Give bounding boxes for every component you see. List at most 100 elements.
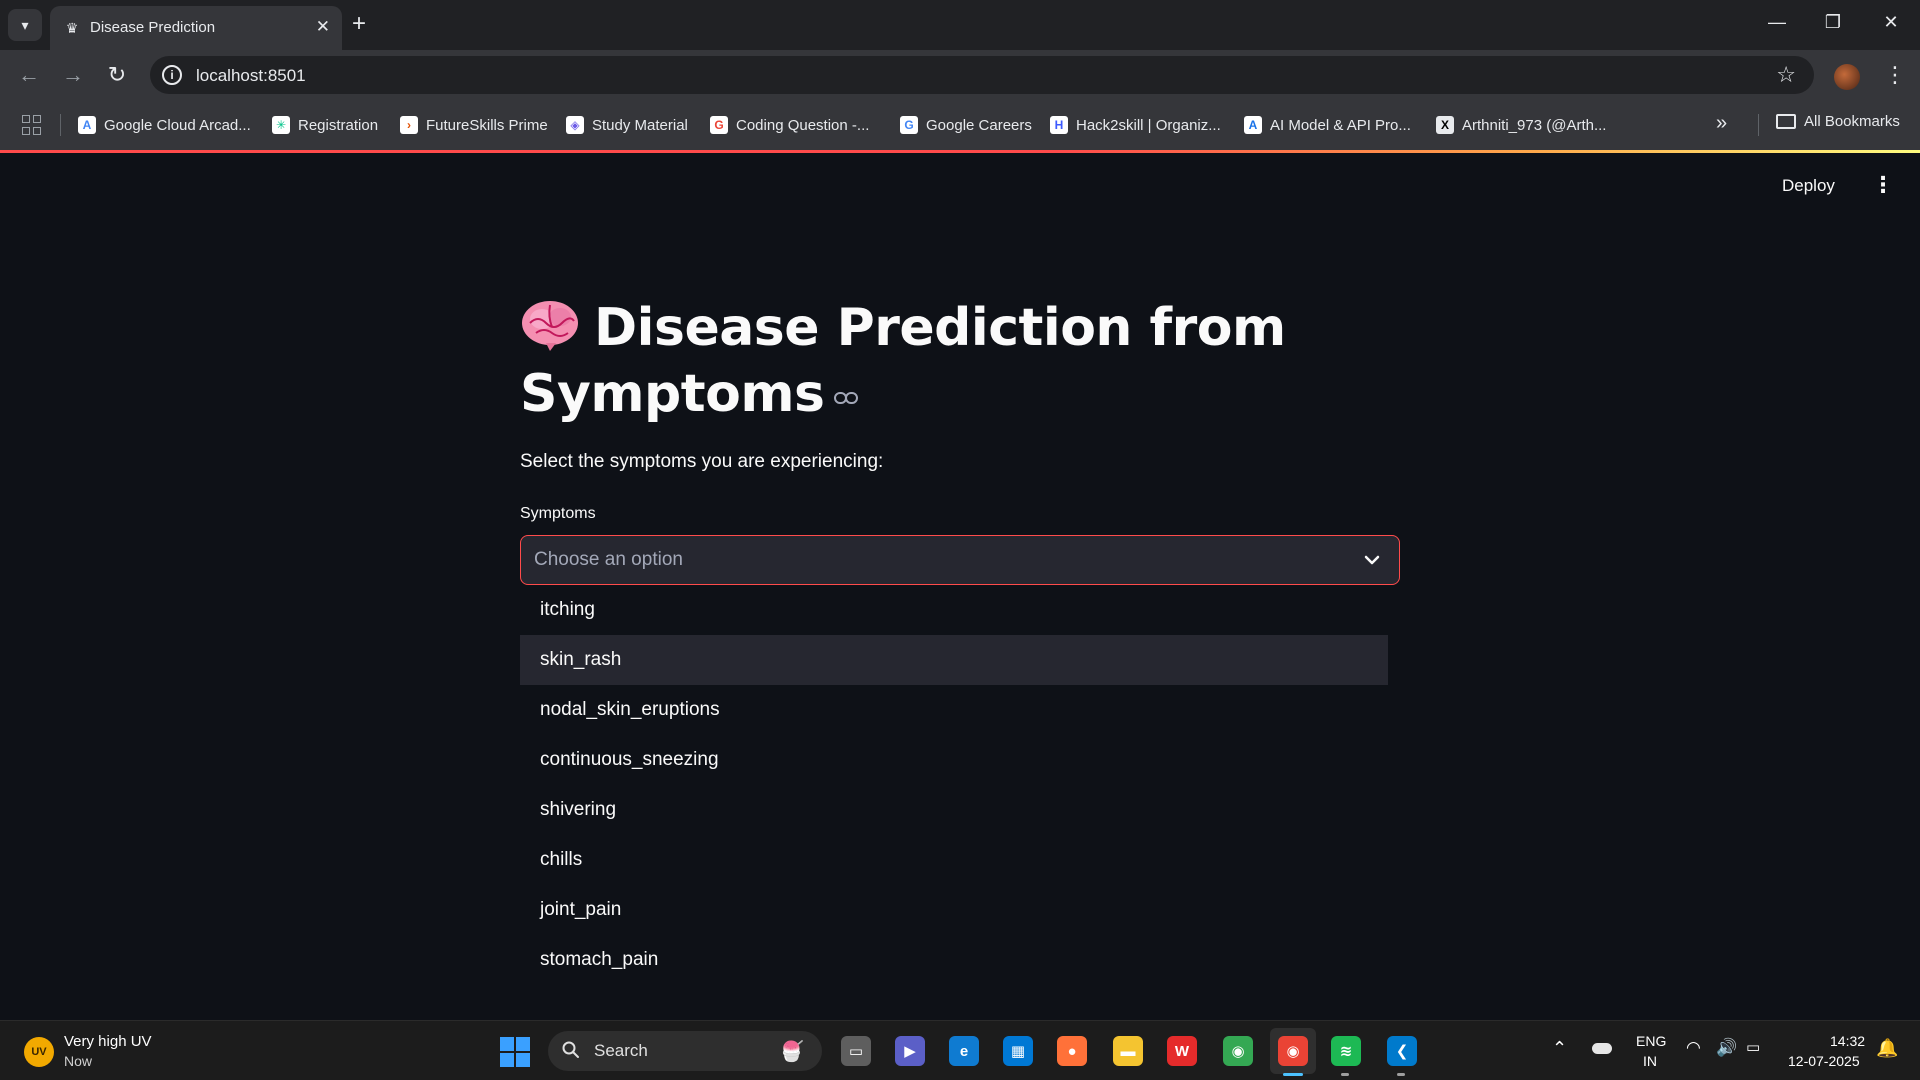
uv-weather-icon[interactable]: UV bbox=[24, 1037, 54, 1067]
google-icon: G bbox=[710, 116, 728, 134]
weather-subtitle[interactable]: Now bbox=[64, 1053, 92, 1069]
tab-disease-prediction[interactable]: ♛ Disease Prediction ✕ bbox=[50, 6, 342, 50]
teams-meet-glyph: ▶ bbox=[895, 1036, 925, 1066]
chrome-profile-glyph: ◉ bbox=[1278, 1036, 1308, 1066]
site-info-icon[interactable]: i bbox=[162, 65, 182, 85]
bookmark-item[interactable]: H Hack2skill | Organiz... bbox=[1050, 113, 1221, 137]
restore-icon[interactable]: ❐ bbox=[1818, 12, 1848, 33]
notification-bell-icon[interactable]: 🔔 bbox=[1876, 1038, 1898, 1059]
wps-office-glyph: W bbox=[1167, 1036, 1197, 1066]
running-indicator bbox=[1397, 1073, 1405, 1076]
all-bookmarks-button[interactable]: All Bookmarks bbox=[1776, 113, 1900, 130]
tab-search-chevron-icon[interactable]: ▾ bbox=[8, 9, 42, 41]
taskbar-search[interactable]: Search 🍧 bbox=[548, 1031, 822, 1071]
language-indicator[interactable]: ENG bbox=[1636, 1033, 1666, 1049]
weather-title[interactable]: Very high UV bbox=[64, 1033, 152, 1050]
minimize-icon[interactable]: — bbox=[1762, 12, 1792, 33]
page-title-text: Disease Prediction from Symptoms bbox=[520, 298, 1286, 424]
symptoms-dropdown-list[interactable]: itching skin_rash nodal_skin_eruptions cont… bbox=[520, 585, 1400, 975]
store-icon[interactable]: ▦ bbox=[1002, 1035, 1034, 1067]
reload-icon[interactable]: ↻ bbox=[102, 62, 132, 88]
chrome-profile-icon[interactable]: ◉ bbox=[1270, 1028, 1316, 1074]
close-window-icon[interactable]: ✕ bbox=[1876, 12, 1906, 33]
bookmark-item[interactable]: ✳ Registration bbox=[272, 113, 378, 137]
search-icon bbox=[562, 1041, 579, 1058]
bookmark-item[interactable]: A AI Model & API Pro... bbox=[1244, 113, 1411, 137]
firefox-glyph: ● bbox=[1057, 1036, 1087, 1066]
dropdown-option[interactable]: shivering bbox=[520, 785, 1388, 835]
wps-office-icon[interactable]: W bbox=[1166, 1035, 1198, 1067]
dropdown-option[interactable]: continuous_sneezing bbox=[520, 735, 1388, 785]
back-icon[interactable]: ← bbox=[14, 62, 44, 88]
url-text[interactable]: localhost:8501 bbox=[196, 66, 306, 86]
dropdown-option[interactable]: itching bbox=[520, 585, 1388, 635]
task-view-icon[interactable]: ▭ bbox=[840, 1035, 872, 1067]
dropdown-option[interactable]: joint_pain bbox=[520, 885, 1388, 935]
chrome-glyph: ◉ bbox=[1223, 1036, 1253, 1066]
volume-icon[interactable]: 🔊 bbox=[1716, 1038, 1737, 1058]
address-bar[interactable]: i localhost:8501 ☆ bbox=[150, 56, 1814, 94]
windows-taskbar: UV Very high UV Now Search 🍧 ▭ ▶ e ▦ ● ▬ W ◉ ◉ ≋ ❮… bbox=[0, 1020, 1920, 1080]
select-placeholder[interactable]: Choose an option bbox=[534, 549, 683, 571]
dropdown-option[interactable]: chills bbox=[520, 835, 1388, 885]
spotify-icon[interactable]: ≋ bbox=[1330, 1035, 1362, 1067]
battery-icon[interactable]: ▭ bbox=[1746, 1038, 1760, 1056]
file-explorer-icon[interactable]: ▬ bbox=[1112, 1035, 1144, 1067]
tab-close-icon[interactable]: ✕ bbox=[316, 17, 330, 37]
brain-icon bbox=[522, 301, 578, 351]
onedrive-icon[interactable] bbox=[1592, 1043, 1612, 1054]
windows-start-icon[interactable] bbox=[500, 1037, 530, 1067]
task-view-glyph: ▭ bbox=[841, 1036, 871, 1066]
link-anchor-icon[interactable] bbox=[834, 391, 859, 405]
bookmark-item[interactable]: A Google Cloud Arcad... bbox=[78, 113, 251, 137]
tab-strip: ▾ ♛ Disease Prediction ✕ + — ❐ ✕ bbox=[0, 0, 1920, 50]
dropdown-option[interactable]: skin_rash bbox=[520, 635, 1388, 685]
bookmark-item[interactable]: G Coding Question -... bbox=[710, 113, 869, 137]
chevron-down-icon[interactable] bbox=[1363, 551, 1381, 569]
region-indicator[interactable]: IN bbox=[1643, 1053, 1657, 1069]
bookmark-item[interactable]: ◈ Study Material bbox=[566, 113, 688, 137]
clock-date[interactable]: 12-07-2025 bbox=[1788, 1053, 1860, 1069]
tray-overflow-icon[interactable]: ⌃ bbox=[1552, 1038, 1567, 1059]
bookmark-item[interactable]: X Arthniti_973 (@Arth... bbox=[1436, 113, 1606, 137]
profile-avatar[interactable] bbox=[1834, 64, 1860, 90]
forward-icon[interactable]: → bbox=[58, 62, 88, 88]
teams-meet-icon[interactable]: ▶ bbox=[894, 1035, 926, 1067]
bookmark-star-icon[interactable]: ☆ bbox=[1776, 62, 1796, 88]
edge-icon[interactable]: e bbox=[948, 1035, 980, 1067]
clock-time[interactable]: 14:32 bbox=[1830, 1033, 1865, 1049]
running-indicator bbox=[1283, 1073, 1303, 1076]
deploy-button[interactable]: Deploy bbox=[1782, 176, 1835, 196]
folder-icon bbox=[1776, 114, 1796, 129]
x-icon: X bbox=[1436, 116, 1454, 134]
bookmarks-divider bbox=[60, 114, 61, 136]
bookmark-label: FutureSkills Prime bbox=[426, 116, 548, 134]
firefox-icon[interactable]: ● bbox=[1056, 1035, 1088, 1067]
chrome-menu-icon[interactable]: ⋮ bbox=[1884, 61, 1906, 89]
wifi-icon[interactable]: ◠ bbox=[1686, 1038, 1701, 1058]
streamlit-crown-icon: ♛ bbox=[65, 20, 79, 36]
app-menu-icon[interactable]: ⋮ bbox=[1872, 173, 1894, 197]
chrome-icon[interactable]: ◉ bbox=[1222, 1035, 1254, 1067]
bookmark-label: Google Careers bbox=[926, 116, 1032, 134]
dropdown-option[interactable]: nodal_skin_eruptions bbox=[520, 685, 1388, 735]
bookmarks-bar: A Google Cloud Arcad... ✳ Registration › Futu… bbox=[0, 100, 1920, 150]
vscode-glyph: ❮ bbox=[1387, 1036, 1417, 1066]
symptoms-multiselect[interactable]: Choose an option bbox=[520, 535, 1400, 585]
bookmark-label: Arthniti_973 (@Arth... bbox=[1462, 116, 1607, 134]
vscode-icon[interactable]: ❮ bbox=[1386, 1035, 1418, 1067]
apps-grid-icon[interactable] bbox=[22, 115, 42, 135]
spotify-glyph: ≋ bbox=[1331, 1036, 1361, 1066]
ai-model-icon: A bbox=[1244, 116, 1262, 134]
bookmarks-overflow-icon[interactable]: » bbox=[1716, 112, 1727, 135]
page-title: Disease Prediction from Symptoms bbox=[520, 295, 1300, 427]
bookmark-label: Google Cloud Arcad... bbox=[104, 116, 251, 134]
all-bookmarks-label: All Bookmarks bbox=[1804, 113, 1900, 130]
futureskills-icon: › bbox=[400, 116, 418, 134]
tab-title: Disease Prediction bbox=[90, 19, 216, 36]
bookmark-item[interactable]: G Google Careers bbox=[900, 113, 1032, 137]
edge-glyph: e bbox=[949, 1036, 979, 1066]
bookmark-item[interactable]: › FutureSkills Prime bbox=[400, 113, 548, 137]
new-tab-button[interactable]: + bbox=[352, 11, 366, 37]
dropdown-option[interactable]: stomach_pain bbox=[520, 935, 1388, 975]
